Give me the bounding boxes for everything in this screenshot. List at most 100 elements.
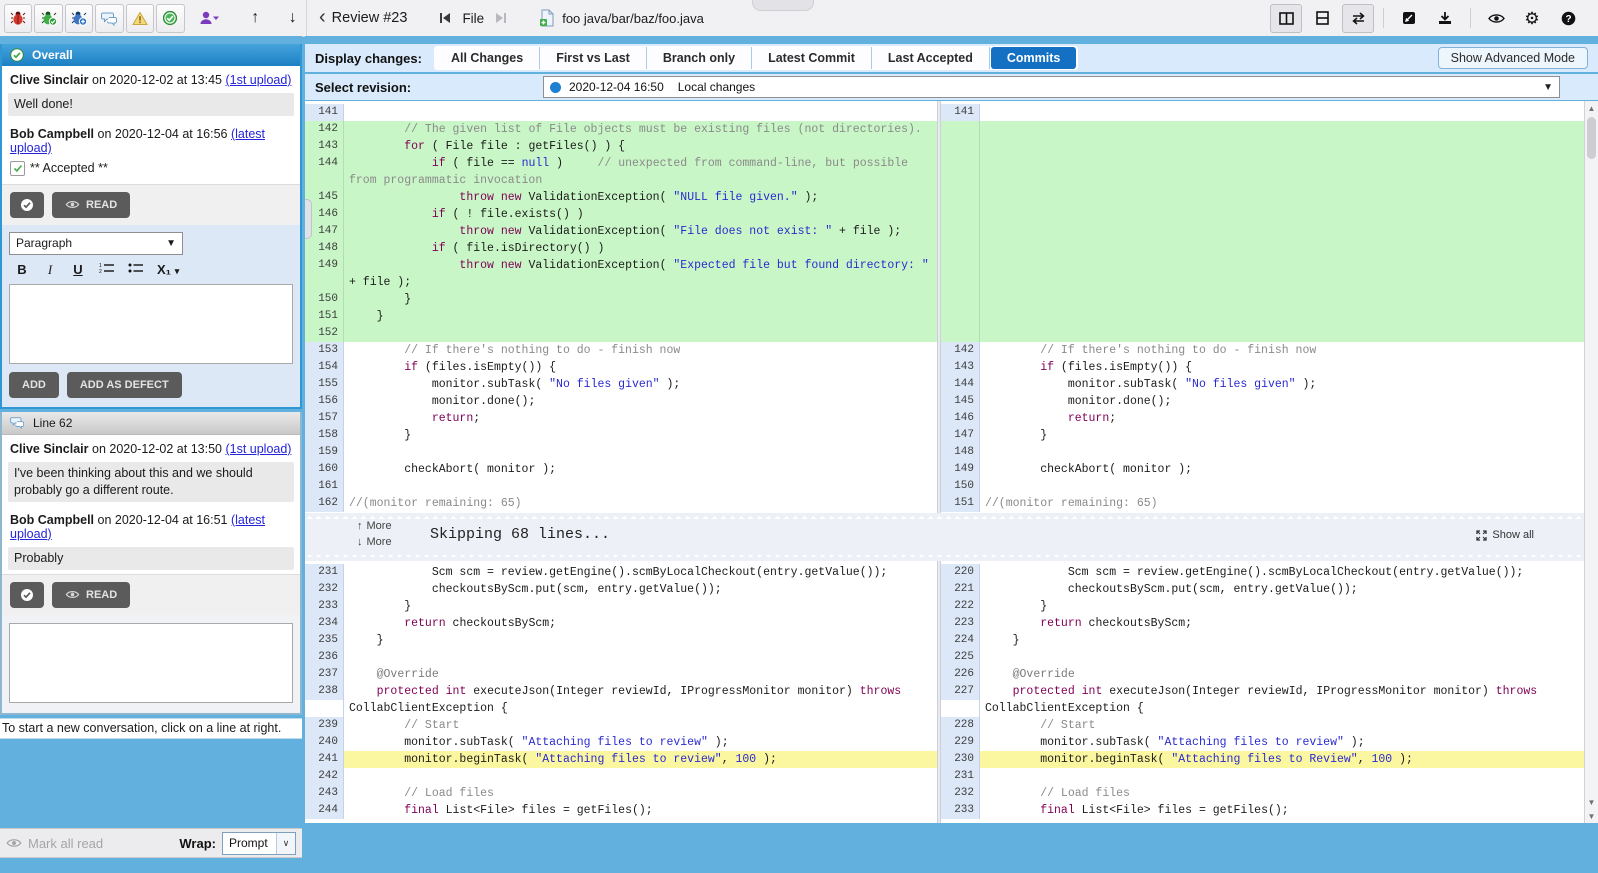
collapse-handle[interactable] xyxy=(752,0,814,11)
scrollbar-thumb[interactable] xyxy=(1587,117,1596,159)
prev-arrow-icon[interactable]: ↑ xyxy=(242,5,268,32)
code-line[interactable]: 150 xyxy=(941,478,1584,495)
bullet-list-icon[interactable] xyxy=(128,262,143,277)
code-line[interactable]: 225 xyxy=(941,649,1584,666)
code-line[interactable]: 222 } xyxy=(941,598,1584,615)
underline-icon[interactable]: U xyxy=(71,262,85,277)
code-line[interactable]: 230 monitor.beginTask( "Attaching files … xyxy=(941,751,1584,768)
code-line[interactable]: 234 return checkoutsByScm; xyxy=(305,615,937,632)
tab-branch-only[interactable]: Branch only xyxy=(647,47,752,69)
approve-icon[interactable] xyxy=(156,4,184,33)
code-line[interactable]: 151 } xyxy=(305,308,937,325)
code-line[interactable]: 155 monitor.subTask( "No files given" ); xyxy=(305,376,937,393)
code-line[interactable]: 144 if ( file == null ) // unexpected fr… xyxy=(305,155,937,189)
current-file[interactable]: foo java/bar/baz/foo.java xyxy=(539,9,704,27)
code-line[interactable]: 236 xyxy=(305,649,937,666)
code-line[interactable]: 233 final List<File> files = getFiles(); xyxy=(941,802,1584,819)
bold-icon[interactable]: B xyxy=(15,262,29,277)
code-line[interactable]: 159 xyxy=(305,444,937,461)
help-icon[interactable]: ? xyxy=(1552,4,1584,33)
code-line[interactable]: 143 for ( File file : getFiles() ) { xyxy=(305,138,937,155)
code-line[interactable]: 144 monitor.subTask( "No files given" ); xyxy=(941,376,1584,393)
code-line[interactable]: 238 protected int executeJson(Integer re… xyxy=(305,683,937,717)
line62-panel-header[interactable]: Line 62 xyxy=(2,412,300,435)
margin-marker[interactable] xyxy=(305,199,312,239)
code-line[interactable]: 150 } xyxy=(305,291,937,308)
code-line[interactable]: 151//(monitor remaining: 65) xyxy=(941,495,1584,512)
upload-link[interactable]: (1st upload) xyxy=(225,442,291,456)
mark-all-read-button[interactable]: Mark all read xyxy=(6,836,103,851)
code-line[interactable]: 231 xyxy=(941,768,1584,785)
code-line[interactable]: 221 checkoutsByScm.put(scm, entry.getVal… xyxy=(941,581,1584,598)
code-line[interactable]: 239 // Start xyxy=(305,717,937,734)
code-line[interactable]: 145 monitor.done(); xyxy=(941,393,1584,410)
code-line[interactable]: 148 if ( file.isDirectory() ) xyxy=(305,240,937,257)
code-line[interactable]: 220 Scm scm = review.getEngine().scmByLo… xyxy=(941,564,1584,581)
add-as-defect-button[interactable]: ADD AS DEFECT xyxy=(67,372,182,398)
read-button[interactable]: READ xyxy=(52,582,130,608)
read-button[interactable]: READ xyxy=(52,192,130,218)
code-line[interactable]: 235 } xyxy=(305,632,937,649)
show-advanced-mode-button[interactable]: Show Advanced Mode xyxy=(1438,47,1588,69)
next-arrow-icon[interactable]: ↓ xyxy=(280,5,306,32)
code-line[interactable]: 224 } xyxy=(941,632,1584,649)
paragraph-style-select[interactable]: Paragraph ▼ xyxy=(9,232,183,255)
code-line[interactable]: 229 monitor.subTask( "Attaching files to… xyxy=(941,734,1584,751)
code-line[interactable]: 237 @Override xyxy=(305,666,937,683)
scroll-down-icon[interactable]: ▼ xyxy=(1585,809,1598,823)
side-by-side-view-icon[interactable] xyxy=(1270,4,1302,33)
code-line[interactable]: 233 } xyxy=(305,598,937,615)
code-line[interactable]: 227 protected int executeJson(Integer re… xyxy=(941,683,1584,717)
code-line[interactable]: 160 checkAbort( monitor ); xyxy=(305,461,937,478)
code-line[interactable]: 143 if (files.isEmpty()) { xyxy=(941,359,1584,376)
subscript-icon[interactable]: X₁ ▾ xyxy=(157,262,179,277)
scroll-up-icon[interactable]: ▲ xyxy=(1585,101,1598,115)
code-line[interactable]: 240 monitor.subTask( "Attaching files to… xyxy=(305,734,937,751)
edit-icon[interactable] xyxy=(1393,4,1425,33)
defect-new-icon[interactable] xyxy=(65,4,93,33)
revision-select[interactable]: 2020-12-04 16:50 Local changes ▼ xyxy=(543,76,1560,98)
code-line[interactable]: 146 if ( ! file.exists() ) xyxy=(305,206,937,223)
code-line[interactable]: 242 xyxy=(305,768,937,785)
code-line[interactable]: 232 // Load files xyxy=(941,785,1584,802)
code-line[interactable]: 228 // Start xyxy=(941,717,1584,734)
tab-commits[interactable]: Commits xyxy=(991,47,1076,69)
tab-last-accepted[interactable]: Last Accepted xyxy=(872,47,990,69)
code-line[interactable]: 142 // If there's nothing to do - finish… xyxy=(941,342,1584,359)
add-button[interactable]: ADD xyxy=(9,372,59,398)
tab-all-changes[interactable]: All Changes xyxy=(435,47,540,69)
code-line[interactable]: 231 Scm scm = review.getEngine().scmByLo… xyxy=(305,564,937,581)
ordered-list-icon[interactable]: 12 xyxy=(99,262,114,277)
code-line[interactable]: 158 } xyxy=(305,427,937,444)
swap-panes-icon[interactable] xyxy=(1342,4,1374,33)
vertical-scrollbar[interactable]: ▲ ▼ ▼ xyxy=(1584,101,1598,823)
accept-button[interactable] xyxy=(10,582,44,608)
code-line[interactable]: 141 xyxy=(305,104,937,121)
code-line[interactable]: 243 // Load files xyxy=(305,785,937,802)
code-line[interactable]: 149 throw new ValidationException( "Expe… xyxy=(305,257,937,291)
preview-eye-icon[interactable] xyxy=(1480,4,1512,33)
warning-icon[interactable] xyxy=(126,4,154,33)
accepted-checkbox-icon[interactable] xyxy=(10,161,25,176)
code-line[interactable]: 154 if (files.isEmpty()) { xyxy=(305,359,937,376)
show-all-button[interactable]: Show all xyxy=(1476,529,1534,541)
code-line[interactable]: 149 checkAbort( monitor ); xyxy=(941,461,1584,478)
tab-first-vs-last[interactable]: First vs Last xyxy=(540,47,647,69)
italic-icon[interactable]: I xyxy=(43,262,57,278)
code-line[interactable]: 156 monitor.done(); xyxy=(305,393,937,410)
download-icon[interactable] xyxy=(1429,4,1461,33)
code-line[interactable]: 147 } xyxy=(941,427,1584,444)
code-line[interactable]: 146 return; xyxy=(941,410,1584,427)
code-line[interactable]: 232 checkoutsByScm.put(scm, entry.getVal… xyxy=(305,581,937,598)
code-line[interactable]: 148 xyxy=(941,444,1584,461)
wrap-select[interactable]: Prompt ∨ xyxy=(222,832,296,855)
unified-view-icon[interactable] xyxy=(1306,4,1338,33)
scroll-down-icon[interactable]: ▼ xyxy=(1585,795,1598,809)
code-line[interactable]: 226 @Override xyxy=(941,666,1584,683)
comments-icon[interactable] xyxy=(95,4,123,33)
code-line[interactable]: 141 xyxy=(941,104,1584,121)
user-menu-icon[interactable] xyxy=(196,5,222,32)
overall-panel-header[interactable]: Overall xyxy=(2,44,300,66)
code-line[interactable]: 142 // The given list of File objects mu… xyxy=(305,121,937,138)
settings-gear-icon[interactable]: ⚙ xyxy=(1516,4,1548,33)
